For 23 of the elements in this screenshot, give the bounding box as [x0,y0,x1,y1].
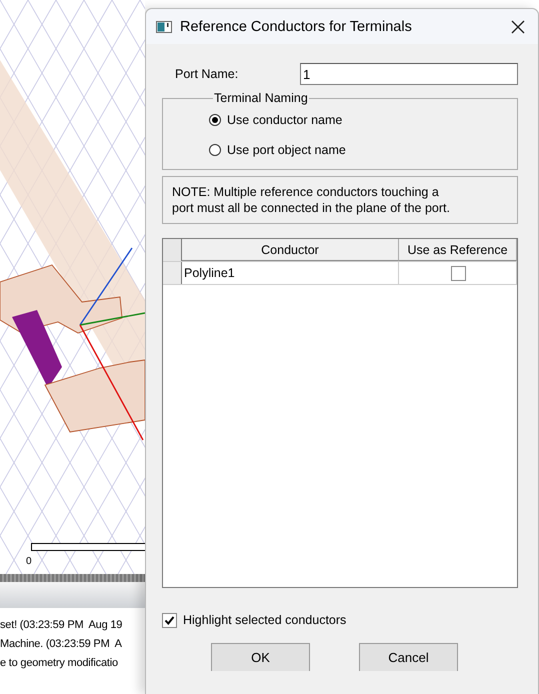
radio-button[interactable] [209,114,221,126]
field-label: Port Name: [174,67,240,81]
radio-button[interactable] [209,144,221,156]
column-header[interactable]: Conductor [182,239,399,261]
checkbox[interactable] [162,612,177,628]
log-message: e to geometry modificatio [0,656,119,671]
cancel-button[interactable]: Cancel [359,643,458,671]
log-message: Machine. (03:23:59 PM A [0,637,123,652]
radio-label: Use conductor name [227,113,342,127]
group-title: Terminal Naming [213,91,309,105]
log-message: set! (03:23:59 PM Aug 19 [0,618,124,633]
window-icon [156,20,172,34]
window-title: Reference Conductors for Terminals [180,18,413,34]
ok-button[interactable]: OK [211,643,310,671]
port-name-field[interactable]: 1 [300,63,518,85]
checkbox-label: Highlight selected conductors [183,613,346,627]
row-header[interactable] [163,262,182,284]
note-text: NOTE: Multiple reference conductors touching a port must all be connected in the plane of the port. [162,176,518,224]
scale-label: 0 [26,556,32,567]
table-cell: Polyline1 [182,262,399,284]
column-header[interactable]: Use as Reference [399,239,517,261]
radio-label: Use port object name [227,143,346,157]
checkbox[interactable] [451,266,466,280]
